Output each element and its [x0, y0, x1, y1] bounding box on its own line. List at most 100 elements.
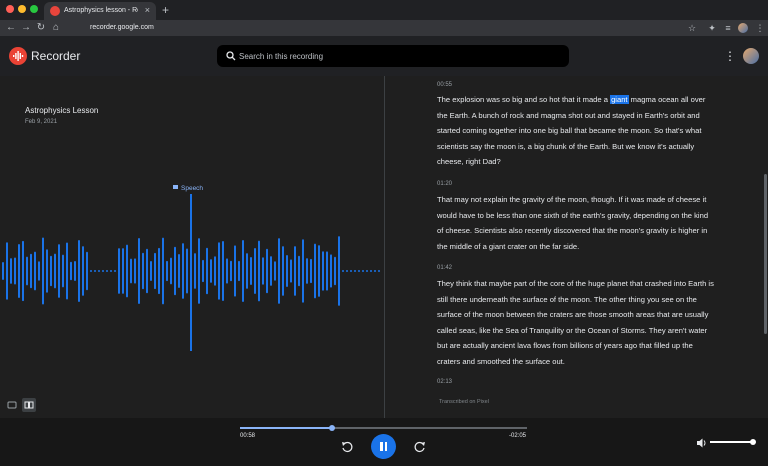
timestamp[interactable]: 01:20: [437, 180, 452, 188]
waveform-bar: [254, 247, 256, 295]
waveform-bar: [346, 270, 348, 272]
waveform-bar: [162, 237, 164, 305]
transcript-scrollbar[interactable]: [764, 174, 767, 334]
waveform-bar: [270, 256, 272, 286]
waveform-bar: [366, 270, 368, 272]
waveform-bar: [146, 248, 148, 294]
waveform-bar: [70, 261, 72, 281]
volume-slider[interactable]: [710, 439, 757, 445]
search-bar[interactable]: [217, 45, 569, 67]
waveform-bar: [130, 258, 132, 284]
playhead[interactable]: [190, 194, 192, 351]
profile-avatar-icon[interactable]: [738, 23, 748, 33]
maximize-window-button[interactable]: [30, 5, 38, 13]
timestamp[interactable]: 01:42: [437, 264, 452, 272]
search-input[interactable]: [239, 45, 559, 67]
waveform-bar: [226, 258, 228, 284]
waveform-bar: [30, 253, 32, 289]
waveform-bar: [282, 246, 284, 296]
speech-icon: [173, 185, 178, 189]
waveform-bar: [2, 262, 4, 280]
waveform[interactable]: [0, 191, 384, 351]
waveform-bar: [82, 246, 84, 296]
waveform-bar: [294, 246, 296, 296]
new-tab-button[interactable]: +: [162, 2, 169, 18]
pause-button[interactable]: [371, 434, 396, 459]
progress-handle[interactable]: [328, 425, 335, 431]
minimize-window-button[interactable]: [18, 5, 26, 13]
waveform-bar: [18, 244, 20, 298]
waveform-bar: [370, 270, 372, 272]
waveform-bar: [326, 251, 328, 291]
waveform-bar: [182, 243, 184, 299]
app-header: Recorder ⋮: [0, 36, 768, 76]
waveform-bar: [198, 238, 200, 304]
volume-icon[interactable]: [696, 436, 708, 448]
waveform-bar: [50, 255, 52, 287]
waveform-bar: [194, 253, 196, 289]
waveform-bar: [362, 270, 364, 272]
progress-slider[interactable]: [240, 425, 527, 431]
transcript-paragraph: They think that maybe part of the core o…: [437, 279, 714, 366]
app-title[interactable]: Recorder: [31, 48, 80, 64]
forward-icon[interactable]: [413, 440, 427, 454]
waveform-bar: [330, 254, 332, 288]
reload-icon[interactable]: ↻: [35, 21, 47, 35]
avatar[interactable]: [743, 48, 759, 64]
waveform-bar: [54, 253, 56, 289]
waveform-bar: [114, 270, 116, 272]
rewind-icon[interactable]: [340, 440, 354, 454]
transcript-pane: 00:55 The explosion was so big and so ho…: [385, 76, 768, 418]
home-icon[interactable]: ⌂: [50, 21, 62, 35]
waveform-view-icon[interactable]: [5, 398, 19, 412]
timestamp[interactable]: 02:13: [437, 378, 452, 386]
bookmark-star-icon[interactable]: ☆: [686, 21, 698, 35]
waveform-bar: [6, 242, 8, 300]
waveform-bar: [298, 255, 300, 287]
url-text: recorder.google.com: [90, 24, 154, 31]
waveform-bar: [14, 257, 16, 285]
transcript-paragraph: That may not explain the gravity of the …: [437, 195, 709, 251]
recorder-favicon-icon: [50, 6, 60, 16]
browser-tab[interactable]: Astrophysics lesson - Rec ×: [44, 2, 156, 20]
waveform-bar: [78, 240, 80, 302]
transcript-view-icon[interactable]: [22, 398, 36, 412]
timestamp[interactable]: 00:55: [437, 81, 452, 89]
waveform-bar: [42, 237, 44, 305]
waveform-bar: [62, 254, 64, 288]
waveform-bar: [318, 245, 320, 297]
waveform-bar: [138, 237, 140, 305]
waveform-pane: Astrophysics Lesson Feb 9, 2021 Speech: [0, 76, 384, 418]
address-bar[interactable]: recorder.google.com: [90, 22, 690, 34]
waveform-bar: [334, 256, 336, 286]
waveform-bar: [186, 248, 188, 294]
close-window-button[interactable]: [6, 5, 14, 13]
waveform-bar: [202, 259, 204, 283]
waveform-bar: [118, 248, 120, 294]
more-vert-icon[interactable]: ⋮: [724, 48, 736, 64]
recording-date: Feb 9, 2021: [25, 119, 58, 125]
back-icon[interactable]: ←: [5, 21, 17, 35]
waveform-bar: [302, 239, 304, 303]
waveform-bar: [174, 246, 176, 296]
volume-fill: [710, 441, 754, 443]
browser-menu-icon[interactable]: ⋮: [754, 21, 766, 35]
waveform-bar: [358, 270, 360, 272]
volume-handle[interactable]: [750, 439, 757, 445]
record-icon[interactable]: [9, 47, 27, 65]
waveform-bar: [246, 253, 248, 289]
waveform-bar: [238, 260, 240, 282]
waveform-bar: [310, 258, 312, 284]
extensions-icon[interactable]: ✦: [706, 21, 718, 35]
waveform-bar: [58, 244, 60, 298]
close-tab-icon[interactable]: ×: [145, 4, 150, 16]
transcript-text: The explosion was so big and so hot that…: [437, 95, 611, 104]
waveform-bar: [66, 242, 68, 300]
forward-nav-icon[interactable]: →: [20, 21, 32, 35]
media-control-icon[interactable]: ≡: [722, 21, 734, 35]
waveform-bar: [126, 244, 128, 298]
recorder-app: Recorder ⋮ Astrophysics Lesson Feb 9, 20…: [0, 36, 768, 466]
waveform-bar: [342, 270, 344, 272]
waveform-bar: [338, 236, 340, 306]
waveform-bar: [122, 248, 124, 294]
